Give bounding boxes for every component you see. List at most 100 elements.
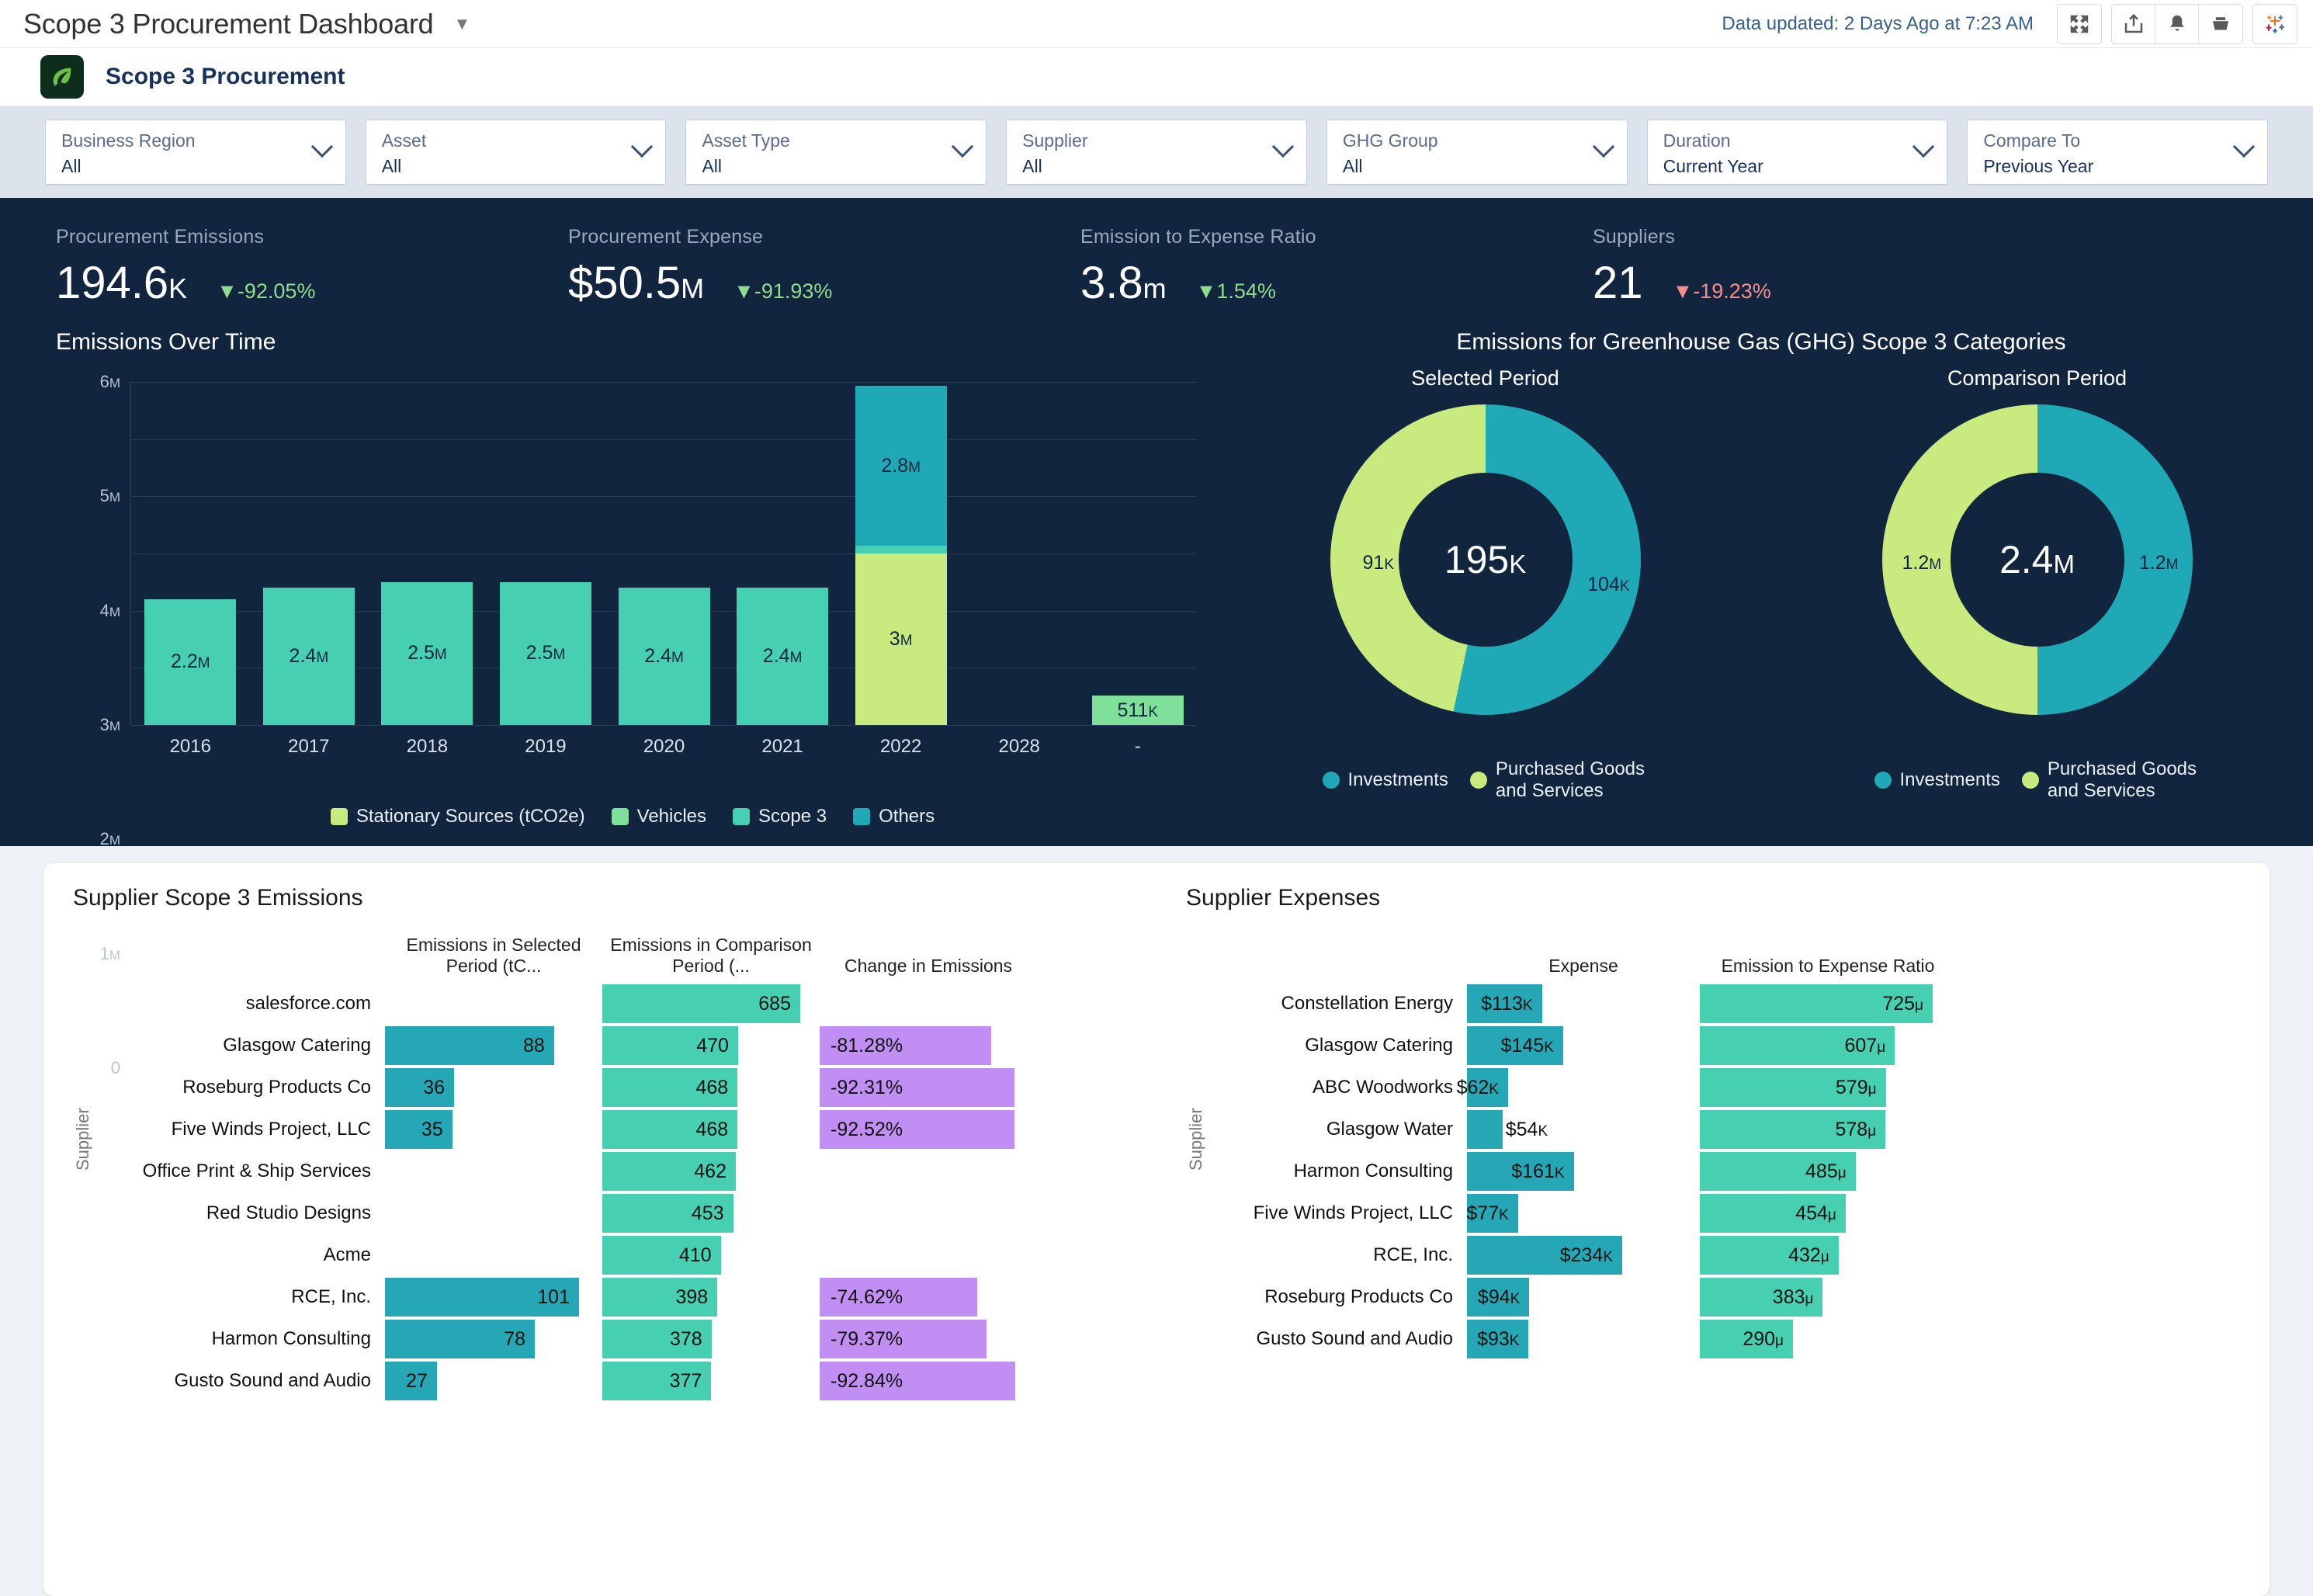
value-bar[interactable]: -81.28% (820, 1026, 991, 1065)
table-row[interactable]: 468 (602, 1109, 820, 1150)
table-row[interactable]: 377 (602, 1360, 820, 1402)
table-row[interactable] (820, 983, 1037, 1025)
table-row[interactable]: 725μ (1700, 983, 1956, 1025)
table-row[interactable]: 410 (602, 1234, 820, 1276)
table-row[interactable]: 290μ (1700, 1318, 1956, 1360)
bar-segment[interactable]: 511K (1091, 696, 1184, 725)
table-row[interactable]: 578μ (1700, 1109, 1956, 1150)
table-row[interactable] (385, 1150, 602, 1192)
value-bar[interactable]: 607μ (1700, 1026, 1895, 1065)
donut-selected-period[interactable]: Selected Period 195K 91K 104K Investment… (1322, 366, 1649, 802)
value-bar[interactable]: -92.84% (820, 1362, 1015, 1400)
table-row[interactable]: -92.31% (820, 1067, 1037, 1109)
value-bar[interactable]: -92.52% (820, 1110, 1015, 1149)
tableau-sparkle-icon[interactable] (2253, 5, 2297, 43)
table-row[interactable]: 685 (602, 983, 820, 1025)
value-bar[interactable]: -92.31% (820, 1068, 1014, 1107)
value-bar[interactable]: -79.37% (820, 1320, 987, 1358)
table-row-label[interactable]: RCE, Inc. (1211, 1234, 1467, 1276)
bar-segment[interactable]: 2.5M (381, 581, 473, 725)
table-row[interactable] (820, 1234, 1037, 1276)
table-row[interactable]: $234K (1467, 1234, 1700, 1276)
table-row-label[interactable]: RCE, Inc. (98, 1276, 385, 1318)
value-bar[interactable]: $77K (1466, 1194, 1518, 1233)
donut-comparison-period[interactable]: Comparison Period 2.4M 1.2M 1.2M Investm… (1874, 366, 2200, 802)
table-row[interactable]: -74.62% (820, 1276, 1037, 1318)
table-row[interactable] (385, 983, 602, 1025)
table-row-label[interactable]: Glasgow Water (1211, 1109, 1467, 1150)
bar-group[interactable]: 511K - (1079, 382, 1198, 757)
table-row[interactable]: 36 (385, 1067, 602, 1109)
value-bar[interactable]: $234K (1467, 1236, 1622, 1275)
table-row[interactable]: 579μ (1700, 1067, 1956, 1109)
value-bar[interactable]: 36 (385, 1068, 455, 1107)
table-row[interactable]: $113K (1467, 983, 1700, 1025)
table-row-label[interactable]: Roseburg Products Co (1211, 1276, 1467, 1318)
value-bar[interactable]: $54K (1467, 1110, 1548, 1149)
table-row[interactable]: 453 (602, 1192, 820, 1234)
table-row-label[interactable]: Glasgow Catering (1211, 1025, 1467, 1067)
emissions-over-time-chart[interactable]: 0 1M 2M 3M 4M 5M 6M 2.2M 2016 2.4M 2017 2.5M 2018 2.… (56, 366, 1198, 1077)
table-row-label[interactable]: Gusto Sound and Audio (1211, 1318, 1467, 1360)
fullscreen-icon[interactable] (2058, 5, 2101, 43)
value-bar[interactable]: 462 (602, 1152, 736, 1191)
alert-bell-icon[interactable] (2155, 4, 2199, 43)
bar-group[interactable]: 2.4M 2021 (723, 382, 842, 757)
table-row[interactable]: 27 (385, 1360, 602, 1402)
table-row[interactable]: $145K (1467, 1025, 1700, 1067)
value-bar[interactable]: 378 (602, 1320, 712, 1358)
bar-segment[interactable]: 2.4M (737, 588, 829, 725)
table-row[interactable]: 462 (602, 1150, 820, 1192)
value-bar[interactable]: $62K (1457, 1068, 1508, 1107)
bar-group[interactable]: 2.5M 2019 (487, 382, 605, 757)
value-bar[interactable]: 290μ (1700, 1320, 1793, 1358)
donut-chart[interactable]: 195K 91K 104K (1330, 404, 1641, 715)
legend-item[interactable]: Purchased Goods and Services (2021, 758, 2200, 802)
table-row-label[interactable]: Glasgow Catering (98, 1025, 385, 1067)
table-row[interactable]: $94K (1467, 1276, 1700, 1318)
filter-compare-to[interactable]: Compare To Previous Year (1967, 120, 2269, 185)
value-bar[interactable]: 470 (602, 1026, 738, 1065)
table-row-label[interactable]: ABC Woodworks (1211, 1067, 1467, 1109)
bar-group[interactable]: 2.4M 2017 (250, 382, 369, 757)
table-row[interactable]: 470 (602, 1025, 820, 1067)
value-bar[interactable]: 383μ (1700, 1278, 1823, 1317)
table-row[interactable] (820, 1150, 1037, 1192)
value-bar[interactable]: $93K (1467, 1320, 1529, 1358)
table-row-label[interactable]: Harmon Consulting (1211, 1150, 1467, 1192)
value-bar[interactable]: 725μ (1700, 984, 1933, 1023)
download-icon[interactable] (2199, 5, 2242, 43)
table-row[interactable]: 398 (602, 1276, 820, 1318)
table-row[interactable]: 432μ (1700, 1234, 1956, 1276)
table-row-label[interactable]: Office Print & Ship Services (98, 1150, 385, 1192)
table-row[interactable] (820, 1192, 1037, 1234)
table-row[interactable]: 101 (385, 1276, 602, 1318)
legend-item[interactable]: Stationary Sources (tCO2e) (330, 806, 585, 827)
table-row[interactable]: -79.37% (820, 1318, 1037, 1360)
table-row[interactable]: $93K (1467, 1318, 1700, 1360)
value-bar[interactable]: 101 (385, 1278, 579, 1317)
table-row[interactable]: 378 (602, 1318, 820, 1360)
table-row[interactable]: 454μ (1700, 1192, 1956, 1234)
legend-item[interactable]: Purchased Goods and Services (1469, 758, 1649, 802)
value-bar[interactable]: 78 (385, 1320, 536, 1358)
value-bar[interactable]: 454μ (1700, 1194, 1846, 1233)
filter-asset[interactable]: Asset All (365, 120, 667, 185)
table-row[interactable]: $54K (1467, 1109, 1700, 1150)
filter-business-region[interactable]: Business Region All (45, 120, 346, 185)
bar-segment[interactable]: 2.4M (618, 588, 710, 725)
value-bar[interactable]: $145K (1467, 1026, 1563, 1065)
share-icon[interactable] (2112, 4, 2155, 43)
table-row[interactable]: $161K (1467, 1150, 1700, 1192)
bar-group[interactable]: 2.8M 3M 2022 (841, 382, 960, 757)
bar-group[interactable]: 2.5M 2018 (368, 382, 487, 757)
bar-segment[interactable]: 2.5M (499, 581, 591, 725)
bar-segment[interactable] (855, 546, 947, 553)
bar-segment[interactable]: 3M (855, 553, 947, 725)
table-row[interactable]: 383μ (1700, 1276, 1956, 1318)
table-row[interactable]: -81.28% (820, 1025, 1037, 1067)
bar-group[interactable]: 2.2M 2016 (131, 382, 250, 757)
table-row[interactable]: -92.84% (820, 1360, 1037, 1402)
value-bar[interactable]: 27 (385, 1362, 437, 1400)
bar-group[interactable]: 2028 (960, 382, 1079, 757)
